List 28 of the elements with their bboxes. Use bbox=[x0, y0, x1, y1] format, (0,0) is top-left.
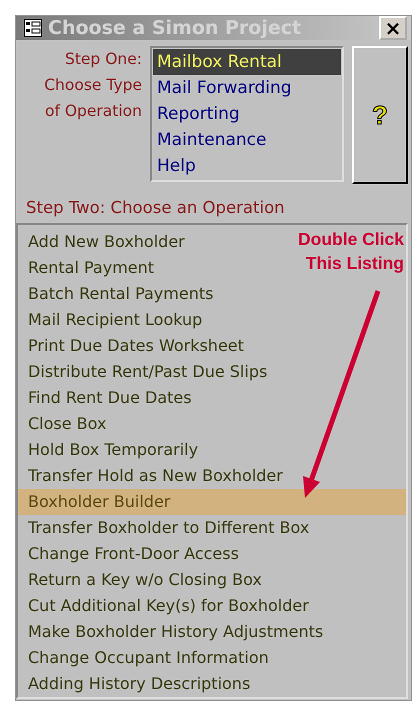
list-item[interactable]: Mail Recipient Lookup bbox=[18, 307, 206, 333]
list-item[interactable]: Make Boxholder History Adjustments bbox=[18, 619, 328, 645]
list-item[interactable]: Return a Key w/o Closing Box bbox=[18, 567, 266, 593]
list-item[interactable]: Help bbox=[153, 153, 341, 179]
list-item[interactable]: Hold Box Temporarily bbox=[18, 437, 202, 463]
list-item[interactable]: Cut Additional Key(s) for Boxholder bbox=[18, 593, 313, 619]
list-item[interactable]: Distribute Rent/Past Due Slips bbox=[18, 359, 272, 385]
list-item[interactable]: Mailbox Rental bbox=[153, 49, 341, 75]
list-item[interactable]: Maintenance bbox=[153, 127, 341, 153]
list-item[interactable]: Batch Rental Payments bbox=[18, 281, 218, 307]
list-item[interactable]: Adding History Descriptions bbox=[18, 671, 254, 697]
annotation-text: Double Click This Listing bbox=[298, 228, 404, 275]
step-two-label: Step Two: Choose an Operation bbox=[25, 197, 286, 219]
list-item[interactable]: Print Due Dates Worksheet bbox=[18, 333, 248, 359]
step-one-label: Step One: Choose Type of Operation bbox=[43, 49, 142, 122]
list-item[interactable]: Rental Payment bbox=[18, 255, 158, 281]
list-item[interactable]: Transfer Hold as New Boxholder bbox=[18, 463, 287, 489]
list-item[interactable]: Close Box bbox=[18, 411, 110, 437]
list-item[interactable]: Transfer Boxholder to Different Box bbox=[18, 515, 314, 541]
close-button[interactable]: × bbox=[379, 16, 407, 40]
list-item[interactable]: Boxholder Builder bbox=[18, 489, 406, 515]
list-item[interactable]: Change Occupant Information bbox=[18, 645, 273, 671]
form-icon bbox=[24, 19, 42, 37]
list-item[interactable]: Mail Forwarding bbox=[153, 75, 341, 101]
list-item[interactable]: Add New Boxholder bbox=[18, 229, 189, 255]
list-item[interactable]: Find Rent Due Dates bbox=[18, 385, 196, 411]
list-item[interactable]: Change Front-Door Access bbox=[18, 541, 243, 567]
list-item[interactable]: Reporting bbox=[153, 101, 341, 127]
